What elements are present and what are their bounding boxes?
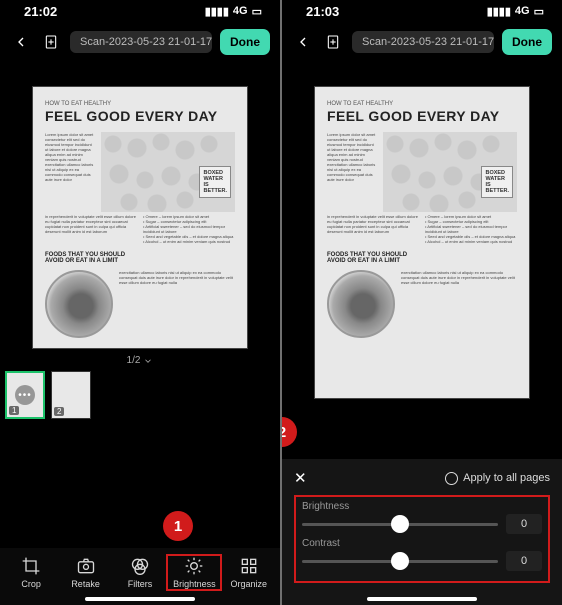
annotation-badge-2: 2 — [282, 417, 297, 447]
filters-tool[interactable]: Filters — [114, 556, 166, 589]
status-right: ▮▮▮▮ 4G ▭ — [487, 5, 544, 18]
screen-left: 21:02 ▮▮▮▮ 4G ▭ Scan-2023-05-23 21-01-17… — [0, 0, 280, 605]
brightness-panel: ✕ Apply to all pages Brightness 0 Contra… — [282, 459, 562, 605]
close-panel-button[interactable]: ✕ — [294, 469, 307, 487]
doc-image-bowl — [327, 270, 395, 338]
contrast-value: 0 — [506, 551, 542, 571]
doc-paragraph: in reprehenderit in voluptate velit esse… — [327, 214, 419, 244]
slider-knob[interactable] — [391, 552, 409, 570]
document-page[interactable]: HOW TO EAT HEALTHY FEEL GOOD EVERY DAY L… — [32, 86, 248, 349]
doc-title: FEEL GOOD EVERY DAY — [327, 108, 517, 124]
thumbnail-2[interactable]: 2 — [51, 371, 91, 419]
network-label: 4G — [515, 5, 530, 17]
status-bar: 21:03 ▮▮▮▮ 4G ▭ — [282, 0, 562, 22]
status-time: 21:03 — [306, 4, 339, 19]
done-button[interactable]: Done — [502, 29, 552, 55]
thumbnail-1[interactable]: ••• 1 — [5, 371, 45, 419]
thumbnail-number: 2 — [54, 407, 64, 416]
signal-icon: ▮▮▮▮ — [487, 5, 511, 18]
brightness-label: Brightness — [302, 501, 542, 512]
document-preview-area: HOW TO EAT HEALTHY FEEL GOOD EVERY DAY L… — [282, 62, 562, 399]
tool-label: Filters — [128, 579, 153, 589]
top-bar: Scan-2023-05-23 21-01-17 Done — [0, 22, 280, 62]
doc-paragraph: exercitation ullamco laboris nisi ut ali… — [119, 270, 235, 285]
doc-image-citrus: BOXED WATER IS BETTER. — [101, 132, 235, 212]
crop-tool[interactable]: Crop — [5, 556, 57, 589]
crop-icon — [21, 556, 41, 576]
retake-tool[interactable]: Retake — [60, 556, 112, 589]
slider-group-highlight: Brightness 0 Contrast 0 — [294, 495, 550, 583]
apply-all-label: Apply to all pages — [463, 472, 550, 484]
doc-subtitle: HOW TO EAT HEALTHY — [45, 101, 235, 107]
battery-icon: ▭ — [534, 5, 544, 18]
radio-icon — [445, 472, 458, 485]
chevron-down-icon — [143, 356, 153, 366]
brightness-slider[interactable] — [302, 523, 498, 526]
doc-image-bowl — [45, 270, 113, 338]
battery-icon: ▭ — [252, 5, 262, 18]
add-page-button[interactable] — [40, 31, 62, 53]
doc-paragraph: • Omere – lorem ipsum dolor sit amet• Su… — [143, 214, 235, 244]
doc-image-citrus: BOXED WATER IS BETTER. — [383, 132, 517, 212]
doc-boxed-water-label: BOXED WATER IS BETTER. — [481, 166, 513, 198]
page-indicator[interactable]: 1/2 — [0, 355, 280, 366]
slider-knob[interactable] — [391, 515, 409, 533]
doc-section-heading: FOODS THAT YOU SHOULD AVOID OR EAT IN A … — [45, 252, 235, 264]
page-indicator-label: 1/2 — [127, 355, 141, 366]
filters-icon — [130, 556, 150, 576]
done-button[interactable]: Done — [220, 29, 270, 55]
doc-paragraph: exercitation ullamco laboris nisi ut ali… — [401, 270, 517, 285]
doc-paragraph: • Omere – lorem ipsum dolor sit amet• Su… — [425, 214, 517, 244]
doc-section-heading: FOODS THAT YOU SHOULD AVOID OR EAT IN A … — [327, 252, 517, 264]
doc-paragraph: in reprehenderit in voluptate velit esse… — [45, 214, 137, 244]
top-bar: Scan-2023-05-23 21-01-17 Done — [282, 22, 562, 62]
organize-tool[interactable]: Organize — [223, 556, 275, 589]
document-page[interactable]: HOW TO EAT HEALTHY FEEL GOOD EVERY DAY L… — [314, 86, 530, 399]
status-bar: 21:02 ▮▮▮▮ 4G ▭ — [0, 0, 280, 22]
annotation-badge-1: 1 — [163, 511, 193, 541]
contrast-row: Contrast 0 — [302, 538, 542, 571]
home-indicator[interactable] — [85, 597, 195, 601]
tool-label: Crop — [21, 579, 41, 589]
apply-all-toggle[interactable]: Apply to all pages — [445, 472, 550, 485]
document-title-pill[interactable]: Scan-2023-05-23 21-01-17 — [352, 31, 494, 53]
screen-right: 21:03 ▮▮▮▮ 4G ▭ Scan-2023-05-23 21-01-17… — [282, 0, 562, 605]
contrast-label: Contrast — [302, 538, 542, 549]
tool-label: Brightness — [173, 579, 216, 589]
status-right: ▮▮▮▮ 4G ▭ — [205, 5, 262, 18]
back-button[interactable] — [10, 31, 32, 53]
document-title-pill[interactable]: Scan-2023-05-23 21-01-17 — [70, 31, 212, 53]
add-page-button[interactable] — [322, 31, 344, 53]
more-icon[interactable]: ••• — [15, 385, 35, 405]
contrast-slider[interactable] — [302, 560, 498, 563]
doc-subtitle: HOW TO EAT HEALTHY — [327, 101, 517, 107]
doc-paragraph: Lorem ipsum dolor sit amet consectetur e… — [327, 132, 377, 212]
network-label: 4G — [233, 5, 248, 17]
back-button[interactable] — [292, 31, 314, 53]
document-preview-area: HOW TO EAT HEALTHY FEEL GOOD EVERY DAY L… — [0, 62, 280, 349]
brightness-row: Brightness 0 — [302, 501, 542, 534]
doc-paragraph: Lorem ipsum dolor sit amet consectetur e… — [45, 132, 95, 212]
status-time: 21:02 — [24, 4, 57, 19]
brightness-icon — [184, 556, 204, 576]
home-indicator[interactable] — [367, 597, 477, 601]
thumbnail-number: 1 — [9, 406, 19, 415]
thumbnail-strip: ••• 1 2 — [0, 366, 280, 419]
tool-label: Retake — [71, 579, 100, 589]
camera-icon — [76, 556, 96, 576]
grid-icon — [239, 556, 259, 576]
doc-boxed-water-label: BOXED WATER IS BETTER. — [199, 166, 231, 198]
signal-icon: ▮▮▮▮ — [205, 5, 229, 18]
brightness-value: 0 — [506, 514, 542, 534]
tool-label: Organize — [230, 579, 267, 589]
doc-title: FEEL GOOD EVERY DAY — [45, 108, 235, 124]
brightness-tool[interactable]: Brightness — [168, 556, 220, 589]
